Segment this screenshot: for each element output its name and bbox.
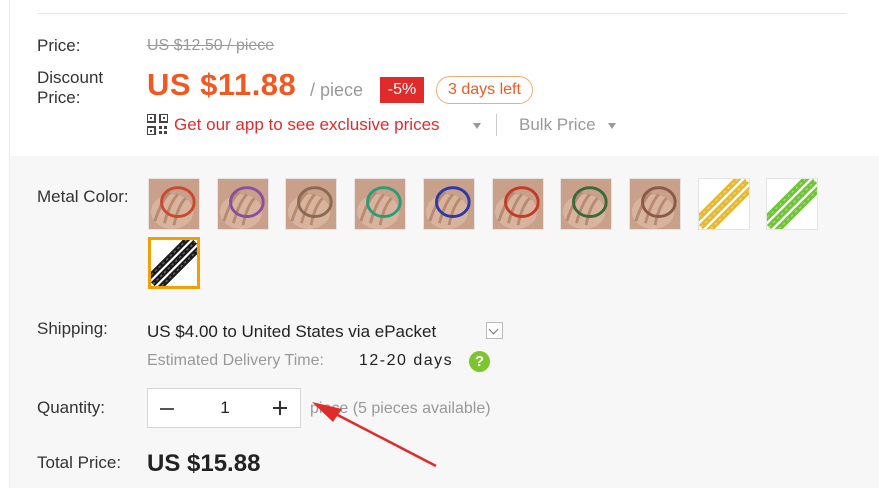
metal-color-label: Metal Color:: [37, 187, 129, 206]
color-swatch[interactable]: [560, 178, 612, 230]
bulk-price-link[interactable]: Bulk Price: [519, 115, 596, 135]
color-swatch[interactable]: [492, 178, 544, 230]
delivery-time-label: Estimated Delivery Time:: [147, 352, 324, 369]
discount-price: US $11.88: [147, 67, 297, 102]
price-unit: / piece: [310, 80, 364, 100]
decrease-quantity-minus-icon[interactable]: [148, 389, 188, 427]
price-label: Price:: [37, 36, 81, 55]
quantity-stepper: 1: [147, 388, 301, 428]
color-swatch[interactable]: [217, 178, 269, 230]
discount-percent-badge: -5%: [380, 77, 424, 103]
color-swatch[interactable]: [285, 178, 337, 230]
bulk-price-chevron-down-icon[interactable]: [608, 123, 616, 129]
delivery-time-value: 12-20 days: [359, 352, 454, 369]
pieces-available: piece (5 pieces available): [310, 400, 491, 417]
total-price-label: Total Price:: [37, 453, 122, 472]
question-icon[interactable]: ?: [469, 351, 490, 372]
color-swatch[interactable]: [698, 178, 750, 230]
total-price: US $15.88: [147, 450, 261, 477]
color-swatch[interactable]: [354, 178, 406, 230]
discount-price-label: Discount Price:: [37, 68, 104, 107]
color-swatch[interactable]: [148, 237, 200, 289]
app-link-chevron-down-icon[interactable]: [473, 123, 481, 129]
color-swatch[interactable]: [629, 178, 681, 230]
quantity-input[interactable]: 1: [188, 389, 262, 427]
original-price: US $12.50 / piece: [147, 37, 275, 54]
shipping-method: US $4.00 to United States via ePacket: [147, 322, 437, 341]
divider: [496, 114, 497, 136]
shipping-label: Shipping:: [37, 319, 108, 338]
quantity-label: Quantity:: [37, 398, 106, 417]
color-swatch[interactable]: [148, 178, 200, 230]
color-swatch[interactable]: [423, 178, 475, 230]
qr-code-icon[interactable]: [147, 114, 168, 135]
color-swatch[interactable]: [766, 178, 818, 230]
days-left-badge: 3 days left: [436, 76, 533, 104]
app-exclusive-prices-link[interactable]: Get our app to see exclusive prices: [174, 115, 440, 135]
shipping-dropdown-chevron-down-icon[interactable]: [486, 322, 503, 339]
increase-quantity-plus-icon[interactable]: [260, 389, 300, 427]
